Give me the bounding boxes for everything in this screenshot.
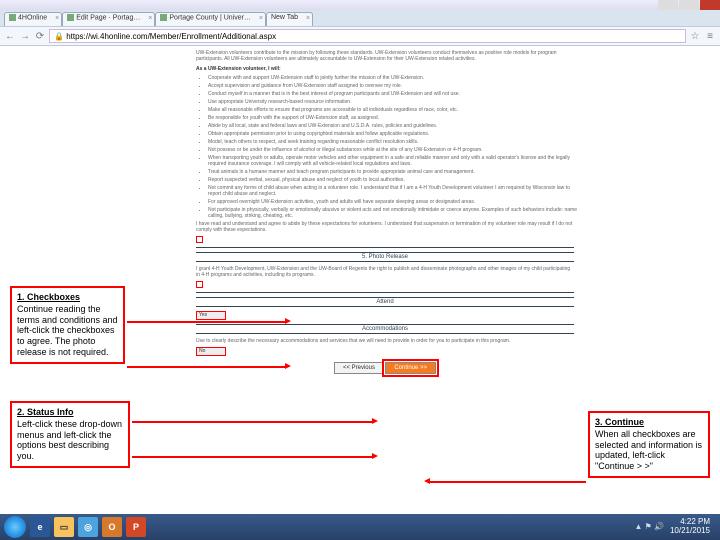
address-bar: ← → ⟳ 🔒 https://wi.4honline.com/Member/E…: [0, 26, 720, 46]
intro-text: UW-Extension volunteers contribute to th…: [196, 50, 574, 62]
arrowhead-icon: [285, 318, 291, 324]
tray-icons[interactable]: ▲ ⚑ 🔊: [634, 523, 664, 532]
continue-button[interactable]: Continue >>: [385, 362, 436, 374]
powerpoint-icon[interactable]: P: [126, 517, 146, 537]
arrow-1a: [127, 321, 285, 323]
bullet: Obtain appropriate permission prior to u…: [208, 131, 580, 137]
window-buttons: [657, 0, 720, 10]
arrow-1b: [127, 366, 285, 368]
bullet: Use appropriate University research-base…: [208, 99, 580, 105]
tab-label: 4HOnline: [18, 14, 47, 21]
callout-body: Continue reading the terms and condition…: [17, 304, 118, 357]
chrome-icon[interactable]: ◎: [78, 517, 98, 537]
bullet: Make all reasonable efforts to ensure th…: [208, 107, 580, 113]
callout-body: When all checkboxes are selected and inf…: [595, 429, 702, 471]
outlook-icon[interactable]: O: [102, 517, 122, 537]
accom-select[interactable]: No: [196, 347, 226, 356]
arrow-3: [430, 481, 586, 483]
tab-2[interactable]: Edit Page · Portag… ×: [62, 12, 155, 26]
bullet: Not possess or be under the influence of…: [208, 147, 580, 153]
section-accommodations: Accommodations: [196, 324, 574, 334]
bullet: Report suspected verbal, sexual, physica…: [208, 177, 580, 183]
ie-icon[interactable]: e: [30, 517, 50, 537]
favicon-icon: [160, 14, 167, 21]
arrow-2a: [132, 421, 372, 423]
window-titlebar: [0, 0, 720, 10]
bullet: For approved overnight UW-Extension acti…: [208, 199, 580, 205]
callout-status: 2. Status Info Left-click these drop-dow…: [10, 401, 130, 468]
time: 4:22 PM: [680, 517, 710, 526]
attend-select[interactable]: Yes: [196, 311, 226, 320]
tab-4[interactable]: New Tab ×: [266, 12, 313, 26]
explorer-icon[interactable]: ▭: [54, 517, 74, 537]
tab-1[interactable]: 4HOnline ×: [4, 12, 62, 26]
lock-icon: 🔒: [54, 32, 64, 41]
bullet: Be responsible for youth with the suppor…: [208, 115, 580, 121]
tab-label: Edit Page · Portag…: [76, 14, 140, 21]
start-button[interactable]: [4, 516, 26, 538]
bullet: Treat animals in a humane manner and tea…: [208, 169, 580, 175]
bullet-list: Cooperate with and support UW-Extension …: [208, 75, 580, 219]
tab-close-icon[interactable]: ×: [148, 15, 152, 22]
forward-icon[interactable]: →: [19, 30, 31, 42]
arrowhead-icon: [372, 453, 378, 459]
release-text: I grant 4-H Youth Development, UW-Extens…: [196, 266, 574, 278]
section-photo-release: 5. Photo Release: [196, 252, 574, 262]
star-icon[interactable]: ☆: [689, 30, 701, 42]
arrowhead-icon: [424, 478, 430, 484]
date: 10/21/2015: [670, 526, 710, 535]
headline: As a UW-Extension volunteer, I will:: [196, 66, 574, 72]
back-icon[interactable]: ←: [4, 30, 16, 42]
bullet: Accept supervision and guidance from UW-…: [208, 83, 580, 89]
arrowhead-icon: [285, 363, 291, 369]
taskbar: e ▭ ◎ O P ▲ ⚑ 🔊 4:22 PM 10/21/2015: [0, 514, 720, 540]
minimize-button[interactable]: [658, 0, 678, 10]
accom-text: Use to clearly describe the necessary ac…: [196, 338, 574, 344]
callout-continue: 3. Continue When all checkboxes are sele…: [588, 411, 710, 478]
tab-close-icon[interactable]: ×: [55, 15, 59, 22]
close-button[interactable]: [700, 0, 720, 10]
callout-checkboxes: 1. Checkboxes Continue reading the terms…: [10, 286, 125, 364]
agree-checkbox[interactable]: [196, 236, 203, 243]
page: UW-Extension volunteers contribute to th…: [0, 46, 720, 514]
previous-button[interactable]: << Previous: [334, 362, 384, 374]
tab-close-icon[interactable]: ×: [306, 15, 310, 22]
favicon-icon: [9, 14, 16, 21]
maximize-button[interactable]: [679, 0, 699, 10]
enrollment-document: UW-Extension volunteers contribute to th…: [190, 46, 580, 514]
bullet: Conduct myself in a manner that is in th…: [208, 91, 580, 97]
bullet: Cooperate with and support UW-Extension …: [208, 75, 580, 81]
bullet: Abide by all local, state and federal la…: [208, 123, 580, 129]
consent-text: I have read and understand and agree to …: [196, 221, 574, 233]
section-attend: Attend: [196, 297, 574, 307]
nav-buttons: << Previous Continue >>: [190, 362, 580, 374]
browser-tabs: 4HOnline × Edit Page · Portag… × Portage C…: [0, 10, 720, 26]
callout-heading: 3. Continue: [595, 417, 703, 428]
reload-icon[interactable]: ⟳: [34, 30, 46, 42]
url-field[interactable]: 🔒 https://wi.4honline.com/Member/Enrollm…: [49, 29, 686, 43]
favicon-icon: [67, 14, 74, 21]
bullet: Model, teach others to respect, and seek…: [208, 139, 580, 145]
tab-3[interactable]: Portage County | Univer… ×: [155, 12, 266, 26]
tab-label: Portage County | Univer…: [169, 14, 251, 21]
callout-heading: 1. Checkboxes: [17, 292, 118, 303]
arrowhead-icon: [372, 418, 378, 424]
url-text: https://wi.4honline.com/Member/Enrollmen…: [66, 32, 276, 41]
bullet: When transporting youth or adults, opera…: [208, 155, 580, 167]
arrow-2b: [132, 456, 372, 458]
callout-body: Left-click these drop-down menus and lef…: [17, 419, 122, 461]
menu-icon[interactable]: ≡: [704, 30, 716, 42]
release-checkbox[interactable]: [196, 281, 203, 288]
bullet: Not commit any forms of child abuse when…: [208, 185, 580, 197]
tab-close-icon[interactable]: ×: [259, 15, 263, 22]
system-tray: ▲ ⚑ 🔊 4:22 PM 10/21/2015: [634, 518, 716, 536]
tray-clock: 4:22 PM 10/21/2015: [670, 518, 710, 536]
bullet: Not participate in physically, verbally …: [208, 207, 580, 219]
tab-label: New Tab: [271, 14, 298, 21]
callout-heading: 2. Status Info: [17, 407, 123, 418]
